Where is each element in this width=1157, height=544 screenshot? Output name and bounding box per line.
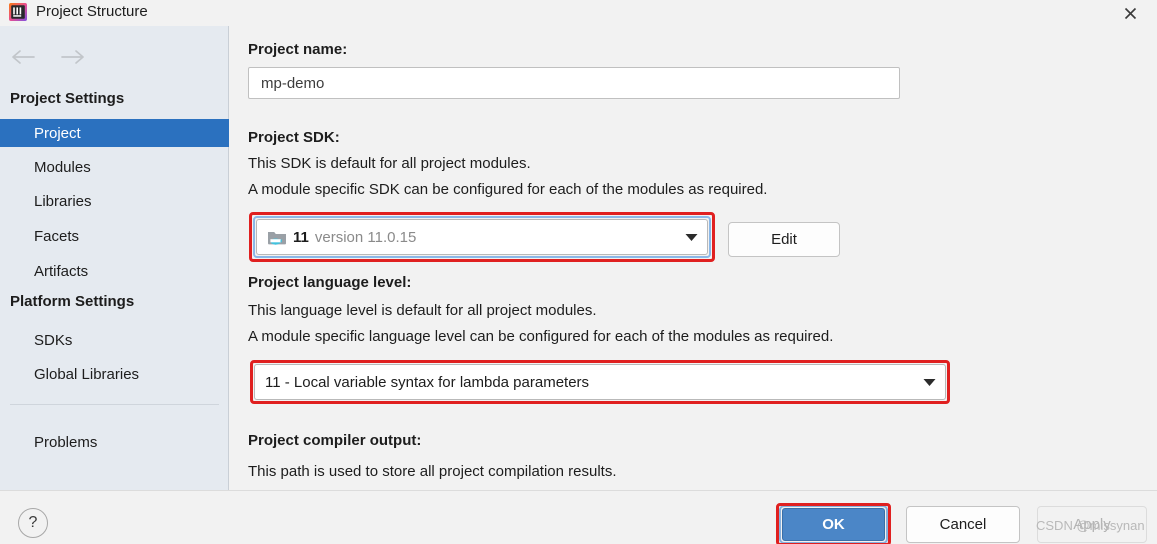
sidebar-item-label: SDKs bbox=[34, 331, 73, 349]
project-name-label: Project name: bbox=[248, 41, 348, 58]
main-content: Project name: mp-demo Project SDK: This … bbox=[230, 26, 1157, 490]
chevron-down-icon[interactable] bbox=[913, 365, 945, 399]
sidebar-item-modules[interactable]: Modules bbox=[0, 153, 229, 181]
chevron-down-icon[interactable] bbox=[675, 220, 707, 254]
project-sdk-desc-line-2: A module specific SDK can be configured … bbox=[248, 181, 768, 198]
edit-sdk-button[interactable]: Edit bbox=[728, 222, 840, 257]
sidebar-item-global-libraries[interactable]: Global Libraries bbox=[0, 360, 229, 388]
arrow-left-icon[interactable] bbox=[8, 44, 38, 70]
project-compiler-output-label: Project compiler output: bbox=[248, 432, 422, 449]
sidebar: Project Settings Project Modules Librari… bbox=[0, 26, 229, 490]
sidebar-item-label: Problems bbox=[34, 433, 98, 451]
project-name-input[interactable]: mp-demo bbox=[248, 67, 900, 99]
sidebar-item-label: Facets bbox=[34, 227, 80, 245]
cancel-button[interactable]: Cancel bbox=[906, 506, 1020, 543]
project-compiler-output-desc-line-1: This path is used to store all project c… bbox=[248, 463, 617, 480]
project-sdk-version: version 11.0.15 bbox=[314, 228, 417, 246]
project-language-level-combobox[interactable]: 11 - Local variable syntax for lambda pa… bbox=[254, 364, 946, 400]
project-language-level-desc-line-1: This language level is default for all p… bbox=[248, 302, 597, 319]
arrow-right-icon[interactable] bbox=[58, 44, 88, 70]
window-title: Project Structure bbox=[36, 3, 148, 20]
sidebar-group-platform-settings: Platform Settings bbox=[10, 293, 135, 310]
sidebar-item-label: Global Libraries bbox=[34, 365, 140, 383]
project-sdk-name: 11 bbox=[293, 228, 309, 246]
project-language-level-value: 11 - Local variable syntax for lambda pa… bbox=[265, 373, 590, 391]
sidebar-item-label: Project bbox=[34, 124, 81, 142]
sidebar-item-artifacts[interactable]: Artifacts bbox=[0, 257, 229, 285]
apply-button[interactable]: Apply bbox=[1037, 506, 1147, 543]
project-structure-dialog: Project Structure Project Settings Proje… bbox=[0, 0, 1157, 544]
sidebar-item-problems[interactable]: Problems bbox=[0, 428, 229, 456]
project-sdk-combobox-value: 11 version 11.0.15 bbox=[257, 229, 675, 246]
sidebar-item-label: Modules bbox=[34, 158, 91, 176]
ok-button[interactable]: OK bbox=[782, 508, 885, 541]
sidebar-item-libraries[interactable]: Libraries bbox=[0, 187, 229, 215]
project-sdk-label: Project SDK: bbox=[248, 129, 340, 146]
sidebar-item-facets[interactable]: Facets bbox=[0, 222, 229, 250]
close-icon[interactable] bbox=[1113, 0, 1147, 26]
sidebar-item-sdks[interactable]: SDKs bbox=[0, 326, 229, 354]
sidebar-divider bbox=[10, 404, 219, 405]
sidebar-item-project[interactable]: Project bbox=[0, 119, 229, 147]
title-bar: Project Structure bbox=[0, 0, 1157, 26]
question-mark-icon: ? bbox=[28, 514, 38, 531]
sidebar-item-label: Artifacts bbox=[34, 262, 89, 280]
project-sdk-desc-line-1: This SDK is default for all project modu… bbox=[248, 155, 531, 172]
intellij-idea-logo-icon bbox=[8, 2, 28, 22]
sidebar-group-project-settings: Project Settings bbox=[10, 90, 125, 107]
sidebar-item-label: Libraries bbox=[34, 192, 92, 210]
navigation-arrows bbox=[0, 40, 229, 74]
project-language-level-label: Project language level: bbox=[248, 274, 412, 291]
project-sdk-combobox[interactable]: 11 version 11.0.15 bbox=[256, 219, 708, 255]
help-button[interactable]: ? bbox=[18, 508, 48, 538]
project-language-level-desc-line-2: A module specific language level can be … bbox=[248, 328, 834, 345]
java-sdk-folder-icon bbox=[267, 229, 287, 246]
